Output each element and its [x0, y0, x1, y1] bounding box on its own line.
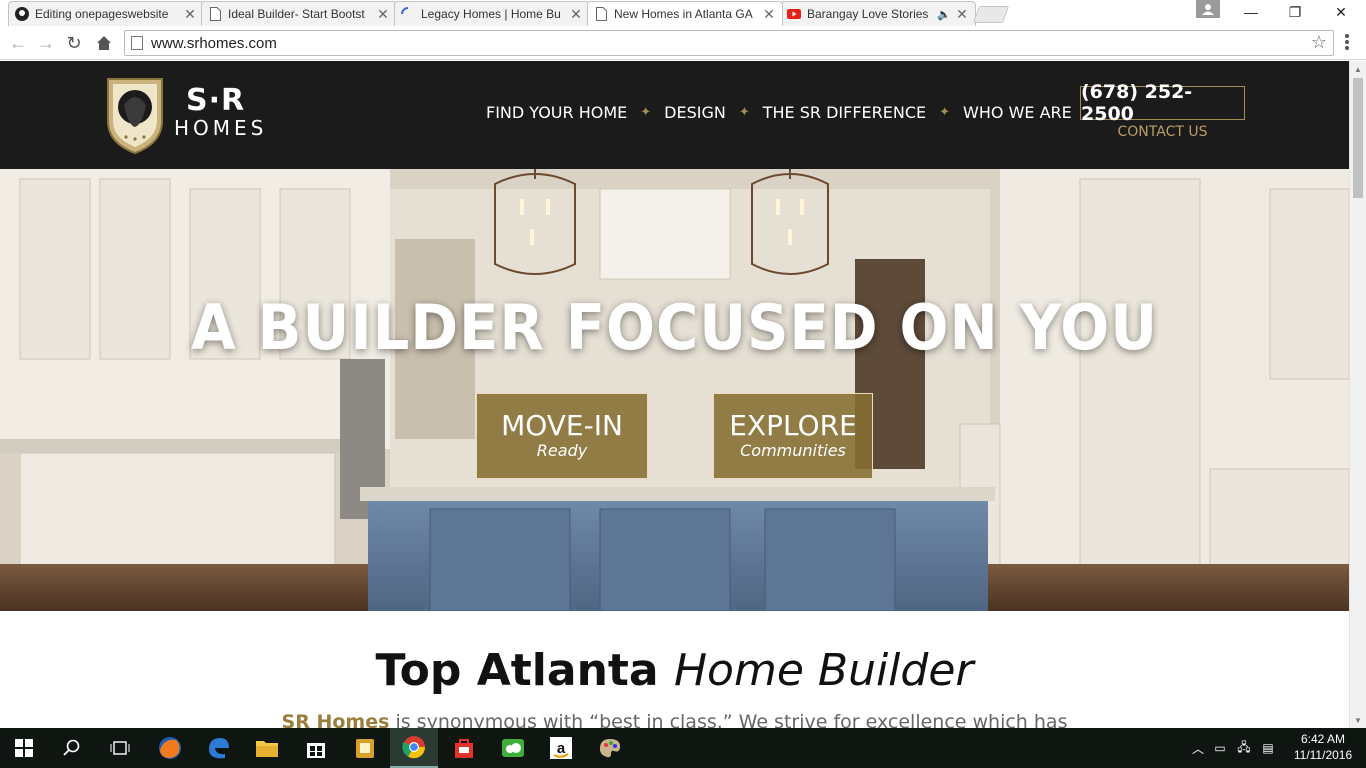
action-center-icon[interactable]: ▤ — [1256, 741, 1280, 755]
tab-close-icon[interactable]: ✕ — [762, 6, 776, 23]
section-title-bold: Top Atlanta — [375, 645, 659, 696]
tab-title: New Homes in Atlanta GA — [614, 7, 753, 21]
close-window-icon[interactable]: ✕ — [1318, 0, 1364, 24]
store-icon[interactable] — [292, 728, 340, 768]
lion-shield-icon — [107, 78, 163, 155]
restore-icon[interactable]: ❐ — [1272, 0, 1318, 24]
hero-headline: A BUILDER FOCUSED ON YOU — [191, 291, 1158, 364]
reload-icon[interactable]: ↻ — [62, 31, 86, 55]
page-scrollbar[interactable]: ▲ ▼ — [1349, 61, 1366, 728]
system-tray: ︿ ▭ 🖧 ▤ — [1188, 728, 1280, 768]
show-hidden-icons-chevron-icon[interactable]: ︿ — [1188, 740, 1208, 757]
browser-toolbar: ← → ↻ www.srhomes.com ☆ — [0, 26, 1366, 60]
address-bar[interactable]: www.srhomes.com ☆ — [124, 30, 1334, 56]
site-header: S·R HOMES FIND YOUR HOME ✦ DESIGN ✦ THE … — [0, 61, 1349, 169]
page-icon — [208, 7, 222, 21]
button-sublabel: Communities — [740, 441, 846, 460]
loading-icon — [401, 7, 415, 21]
search-icon[interactable] — [48, 728, 96, 768]
tab-ideal-builder[interactable]: Ideal Builder- Start Bootst ✕ — [201, 1, 397, 26]
brand-name: SR Homes — [281, 711, 390, 728]
intro-paragraph: SR Homes is synonymous with “best in cla… — [0, 711, 1349, 728]
button-sublabel: Ready — [536, 441, 588, 460]
tab-close-icon[interactable]: ✕ — [376, 6, 390, 23]
explore-communities-button[interactable]: EXPLORE Communities — [713, 393, 873, 479]
new-tab-button[interactable] — [972, 6, 1010, 23]
amazon-icon[interactable]: a — [537, 728, 585, 768]
windows-taskbar: a ︿ ▭ 🖧 ▤ 6:42 AM 11/11/2016 — [0, 728, 1366, 768]
task-view-icon[interactable] — [96, 728, 144, 768]
logo-homes: HOMES — [174, 116, 268, 140]
forward-arrow-icon[interactable]: → — [34, 31, 58, 55]
bookmark-star-icon[interactable]: ☆ — [1311, 32, 1327, 53]
section-title: Top Atlanta Home Builder — [0, 645, 1349, 696]
button-label: MOVE-IN — [501, 409, 623, 442]
nav-who-we-are[interactable]: WHO WE ARE — [963, 103, 1072, 122]
tab-title: Legacy Homes | Home Bu — [421, 7, 561, 21]
nav-find-your-home[interactable]: FIND YOUR HOME — [486, 103, 627, 122]
network-icon[interactable]: 🖧 — [1232, 738, 1256, 759]
kitchen-background-image — [0, 169, 1349, 611]
main-navigation: FIND YOUR HOME ✦ DESIGN ✦ THE SR DIFFERE… — [486, 103, 1072, 122]
phone-number-button[interactable]: (678) 252-2500 — [1080, 81, 1245, 125]
edge-icon[interactable] — [195, 728, 243, 768]
page-icon — [131, 36, 143, 50]
home-icon[interactable] — [92, 31, 116, 55]
svg-text:a: a — [557, 740, 566, 757]
tab-close-icon[interactable]: ✕ — [183, 6, 197, 23]
cloud-app-icon[interactable] — [489, 728, 537, 768]
back-arrow-icon[interactable]: ← — [6, 31, 30, 55]
page-icon — [594, 7, 608, 21]
scrollbar-thumb[interactable] — [1353, 78, 1363, 198]
tab-title: Barangay Love Stories — [807, 7, 929, 21]
intro-text: is synonymous with “best in class.” We s… — [395, 711, 1068, 728]
tab-barangay-love-stories[interactable]: Barangay Love Stories 🔈 ✕ — [780, 1, 976, 26]
tab-new-homes-atlanta[interactable]: New Homes in Atlanta GA ✕ — [587, 1, 783, 26]
speaker-icon[interactable]: 🔈 — [937, 8, 951, 21]
minimize-icon[interactable]: — — [1228, 0, 1274, 24]
shopping-bag-icon[interactable] — [440, 728, 488, 768]
nav-design[interactable]: DESIGN — [664, 103, 726, 122]
url-text: www.srhomes.com — [151, 34, 277, 52]
move-in-ready-button[interactable]: MOVE-IN Ready — [476, 393, 648, 479]
windows-start-icon[interactable] — [0, 728, 48, 768]
tab-close-icon[interactable]: ✕ — [569, 6, 583, 23]
nav-sr-difference[interactable]: THE SR DIFFERENCE — [763, 103, 926, 122]
tab-legacy-homes[interactable]: Legacy Homes | Home Bu ✕ — [394, 1, 590, 26]
paint-palette-icon[interactable] — [586, 728, 634, 768]
section-title-italic: Home Builder — [673, 645, 974, 696]
github-icon — [15, 7, 29, 21]
logo-sr: S·R — [186, 83, 246, 118]
sr-homes-logo[interactable]: S·R HOMES — [104, 75, 274, 155]
tab-title: Ideal Builder- Start Bootst — [228, 7, 365, 21]
taskbar-clock[interactable]: 6:42 AM 11/11/2016 — [1290, 731, 1356, 763]
tab-close-icon[interactable]: ✕ — [955, 6, 969, 23]
hero-banner: A BUILDER FOCUSED ON YOU MOVE-IN Ready E… — [0, 169, 1349, 611]
logo-wordmark: S·R HOMES — [174, 83, 268, 140]
archive-app-icon[interactable] — [341, 728, 389, 768]
tab-editing[interactable]: Editing onepageswebsite ✕ — [8, 1, 204, 26]
page-viewport: S·R HOMES FIND YOUR HOME ✦ DESIGN ✦ THE … — [0, 61, 1349, 728]
youtube-icon — [787, 7, 801, 21]
chrome-icon[interactable] — [390, 728, 438, 768]
contact-us-link[interactable]: CONTACT US — [1080, 124, 1245, 140]
diamond-separator-icon: ✦ — [640, 105, 652, 120]
file-explorer-icon[interactable] — [243, 728, 291, 768]
tab-title: Editing onepageswebsite — [35, 7, 169, 21]
device-icon[interactable]: ▭ — [1208, 741, 1232, 755]
diamond-separator-icon: ✦ — [939, 105, 951, 120]
scroll-up-arrow-icon[interactable]: ▲ — [1350, 61, 1366, 77]
profile-icon[interactable] — [1196, 0, 1220, 18]
diamond-separator-icon: ✦ — [738, 105, 750, 120]
clock-date: 11/11/2016 — [1293, 748, 1353, 762]
browser-tabstrip: Editing onepageswebsite ✕ Ideal Builder-… — [0, 0, 1366, 26]
button-label: EXPLORE — [729, 409, 857, 442]
scroll-down-arrow-icon[interactable]: ▼ — [1350, 712, 1366, 728]
clock-time: 6:42 AM — [1300, 732, 1346, 746]
firefox-icon[interactable] — [146, 728, 194, 768]
chrome-menu-icon[interactable] — [1340, 34, 1354, 50]
